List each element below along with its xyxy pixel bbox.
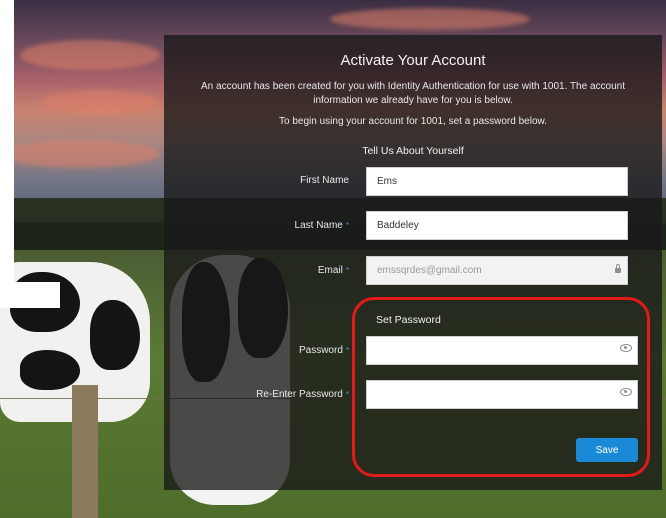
form-intro: An account has been created for you with… <box>201 81 625 106</box>
required-mark: * <box>345 346 349 355</box>
page-margin <box>0 282 60 308</box>
last-name-label: Last Name * <box>164 220 349 231</box>
cloud <box>0 140 160 168</box>
reenter-password-label: Re-Enter Password * <box>164 389 349 400</box>
last-name-field[interactable] <box>366 211 628 240</box>
reenter-password-label-text: Re-Enter Password <box>256 389 343 400</box>
form-title: Activate Your Account <box>340 52 486 69</box>
password-label: Password * <box>164 345 349 356</box>
required-mark: * <box>345 266 349 275</box>
email-field-wrap <box>366 256 628 285</box>
cloud <box>330 8 530 30</box>
begin-instructions: To begin using your account for 1001, se… <box>279 116 547 127</box>
email-label: Email * <box>164 265 349 276</box>
cloud <box>20 40 160 70</box>
email-field[interactable] <box>366 256 628 285</box>
password-section-highlight <box>352 297 650 477</box>
page-margin <box>0 0 14 282</box>
first-name-field[interactable] <box>366 167 628 196</box>
first-name-label-text: First Name <box>300 175 349 186</box>
fence-post <box>72 385 98 518</box>
cloud <box>40 90 160 114</box>
email-label-text: Email <box>317 265 343 276</box>
required-mark: * <box>345 221 349 230</box>
first-name-label: First Name <box>164 175 349 186</box>
cow-spot <box>20 350 80 390</box>
password-label-text: Password <box>298 345 343 356</box>
about-heading: Tell Us About Yourself <box>362 145 464 157</box>
lock-icon <box>615 264 621 273</box>
last-name-label-text: Last Name <box>294 220 343 231</box>
cow-spot <box>90 300 140 370</box>
required-mark: * <box>345 390 349 399</box>
